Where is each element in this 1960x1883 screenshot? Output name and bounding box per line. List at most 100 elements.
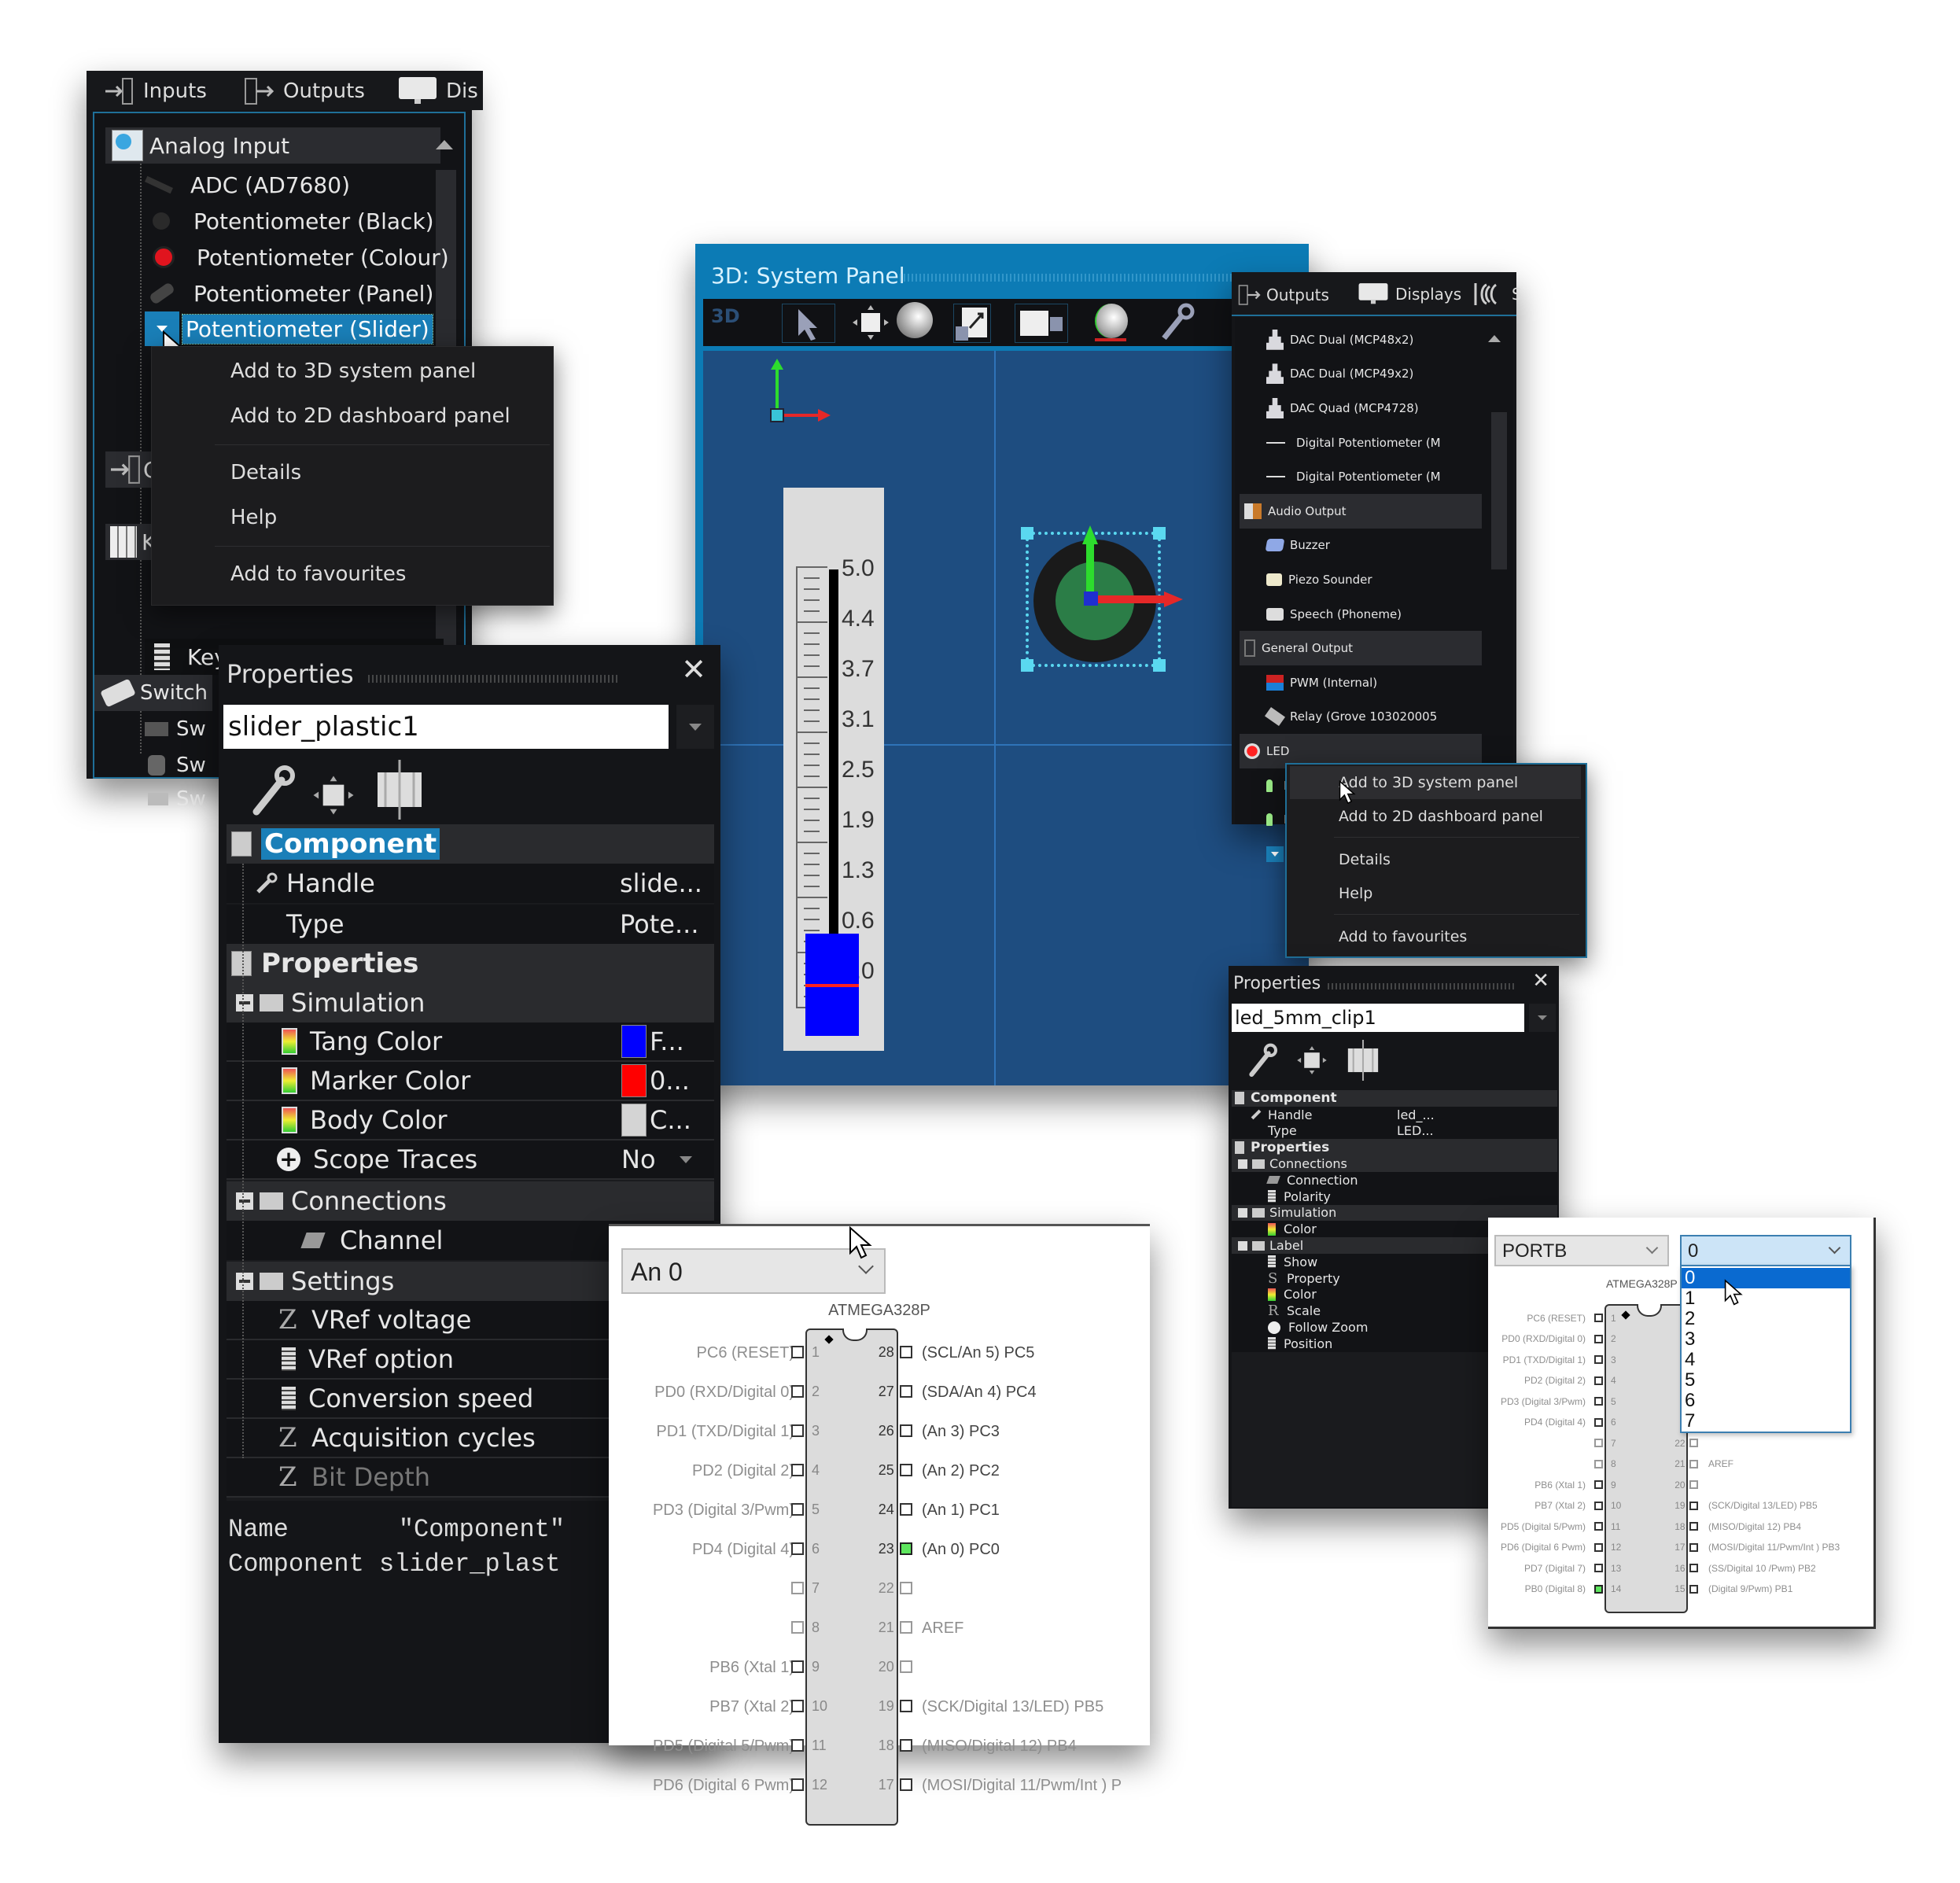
bit-option[interactable]: 0: [1682, 1268, 1850, 1288]
pin-box[interactable]: [791, 1739, 804, 1752]
scroll-up-icon[interactable]: [436, 140, 453, 149]
pin-box[interactable]: [900, 1621, 912, 1634]
rotate-tool-button[interactable]: [897, 302, 938, 343]
pin-box[interactable]: [1689, 1501, 1698, 1510]
pin-box[interactable]: [1594, 1334, 1603, 1343]
pin-box[interactable]: [1689, 1480, 1698, 1489]
section-component[interactable]: Component: [1232, 1090, 1557, 1107]
pin-box[interactable]: [1689, 1522, 1698, 1531]
menu-add-favourites[interactable]: Add to favourites: [1339, 928, 1586, 945]
panel-layout-icon[interactable]: [376, 760, 423, 820]
pin-box[interactable]: [791, 1542, 804, 1555]
pin-box[interactable]: [900, 1542, 912, 1555]
menu-details[interactable]: Details: [230, 461, 553, 485]
menu-add-2d[interactable]: Add to 2D dashboard panel: [230, 404, 553, 428]
pin-box[interactable]: [791, 1660, 804, 1673]
bit-option[interactable]: 2: [1682, 1309, 1850, 1329]
pin-box[interactable]: [791, 1700, 804, 1712]
pin-box[interactable]: [900, 1424, 912, 1437]
pin-box[interactable]: [1689, 1439, 1698, 1447]
menu-add-3d[interactable]: Add to 3D system panel: [230, 359, 553, 383]
bit-option[interactable]: 6: [1682, 1391, 1850, 1411]
move-icon[interactable]: [310, 768, 357, 823]
pin-box[interactable]: [1594, 1439, 1603, 1447]
pin-box[interactable]: [791, 1503, 804, 1516]
prop-row[interactable]: Connection: [1232, 1172, 1557, 1188]
component-dropdown-button[interactable]: [1529, 1004, 1556, 1032]
selection-handle[interactable]: [1153, 659, 1166, 672]
pin-box[interactable]: [900, 1582, 912, 1594]
collapse-icon[interactable]: [1238, 1240, 1247, 1251]
pin-box[interactable]: [1594, 1459, 1603, 1468]
prop-value[interactable]: No: [621, 1144, 692, 1174]
tree-item-switch-1[interactable]: Sw: [145, 711, 223, 747]
pin-box[interactable]: [1594, 1397, 1603, 1406]
pin-box[interactable]: [1594, 1501, 1603, 1510]
tree-category[interactable]: General Output: [1240, 631, 1482, 665]
prop-row[interactable]: Handle led_...: [1232, 1106, 1557, 1123]
group-simulation[interactable]: Simulation: [227, 983, 714, 1023]
pin-box[interactable]: [791, 1621, 804, 1634]
prop-handle[interactable]: Handle slide...: [227, 864, 714, 903]
channel-select[interactable]: An 0: [621, 1248, 886, 1294]
pin-box[interactable]: [791, 1346, 804, 1358]
menu-details[interactable]: Details: [1339, 851, 1586, 868]
tree-item[interactable]: PWM (Internal): [1240, 665, 1482, 700]
slider-potentiometer-3d[interactable]: 5.04.43.73.12.51.91.30.60.0: [783, 488, 884, 1051]
bit-option[interactable]: 7: [1682, 1411, 1850, 1432]
pin-box[interactable]: [900, 1464, 912, 1476]
tab-outputs[interactable]: Outputs: [244, 77, 365, 105]
pin-box[interactable]: [1594, 1584, 1603, 1594]
color-swatch[interactable]: [621, 1025, 647, 1058]
pin-box[interactable]: [1594, 1564, 1603, 1572]
tree-item-pot-slider[interactable]: Potentiometer (Slider): [145, 311, 464, 346]
move-tool-button[interactable]: [849, 304, 892, 341]
pin-box[interactable]: [900, 1503, 912, 1516]
tree-category[interactable]: Audio Output: [1240, 494, 1482, 529]
wrench-icon[interactable]: [1247, 1041, 1279, 1079]
tree-item-pot-black[interactable]: Potentiometer (Black): [145, 203, 464, 239]
menu-add-3d[interactable]: Add to 3D system panel: [1339, 774, 1586, 791]
color-swatch[interactable]: [621, 1064, 647, 1097]
wrench-tool-button[interactable]: [1159, 302, 1199, 343]
tree-item-switch-3[interactable]: Sw: [145, 783, 223, 815]
menu-add-favourites[interactable]: Add to favourites: [230, 562, 553, 586]
collapse-icon[interactable]: [236, 994, 253, 1012]
bit-option[interactable]: 3: [1682, 1329, 1850, 1350]
tree-item-pot-panel[interactable]: Potentiometer (Panel): [145, 275, 464, 311]
pin-box[interactable]: [1689, 1564, 1698, 1572]
tree-item[interactable]: Relay (Grove 103020005: [1240, 700, 1482, 735]
pin-box[interactable]: [900, 1385, 912, 1398]
dropdown-icon[interactable]: [1266, 846, 1284, 862]
tab-displays[interactable]: Displays: [1358, 282, 1461, 307]
tree-item[interactable]: DAC Dual (MCP49x2): [1240, 357, 1482, 392]
category-switch[interactable]: Switch: [94, 675, 212, 711]
pin-box[interactable]: [1689, 1542, 1698, 1552]
tree-item-adc[interactable]: ADC (AD7680): [145, 167, 464, 203]
section-properties[interactable]: Properties: [227, 944, 714, 983]
component-dropdown-button[interactable]: [676, 705, 714, 749]
tab-outputs[interactable]: Outputs: [1238, 282, 1329, 308]
pin-box[interactable]: [900, 1660, 912, 1673]
prop-row[interactable]: Type LED...: [1232, 1122, 1557, 1140]
tree-item[interactable]: DAC Quad (MCP4728): [1240, 391, 1482, 426]
select-tool-button[interactable]: [782, 304, 835, 343]
pin-box[interactable]: [1594, 1480, 1603, 1489]
prop-value[interactable]: slide...: [620, 868, 702, 898]
collapse-icon[interactable]: [236, 1273, 253, 1290]
menu-help[interactable]: Help: [230, 506, 553, 529]
component-name-field[interactable]: led_5mm_clip1: [1232, 1004, 1524, 1032]
scroll-up-icon[interactable]: [1488, 335, 1501, 342]
port-select[interactable]: PORTB: [1494, 1235, 1669, 1266]
pin-box[interactable]: [900, 1346, 912, 1358]
scrollbar[interactable]: [1491, 412, 1507, 569]
tree-item[interactable]: Speech (Phoneme): [1240, 597, 1482, 632]
prop-row[interactable]: Tang Color F...: [227, 1023, 714, 1062]
scale-tool-button[interactable]: [953, 304, 991, 343]
pin-box[interactable]: [1594, 1376, 1603, 1385]
menu-help[interactable]: Help: [1339, 885, 1586, 902]
move-icon[interactable]: [1295, 1045, 1329, 1076]
color-swatch[interactable]: [621, 1104, 647, 1137]
pin-box[interactable]: [1689, 1459, 1698, 1468]
panel-layout-icon[interactable]: [1345, 1040, 1381, 1081]
